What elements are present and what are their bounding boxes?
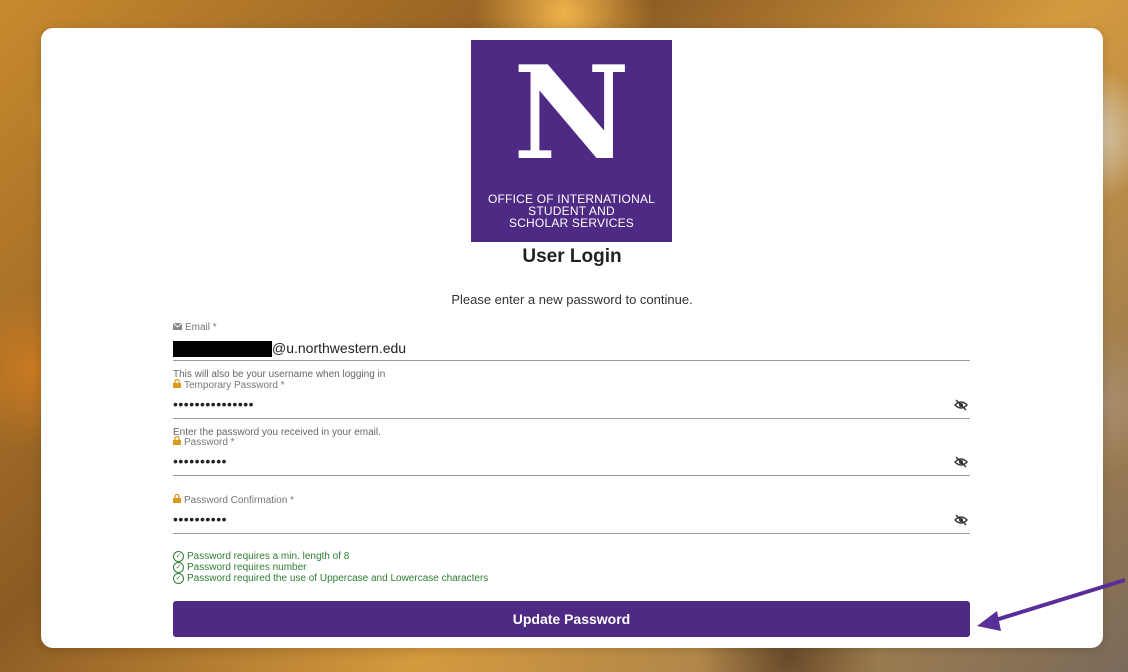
rule-text: Password requires a min. length of 8 — [187, 551, 350, 562]
rule-text: Password requires number — [187, 562, 307, 573]
check-circle-icon: ✓ — [173, 551, 184, 562]
northwestern-logo: N OFFICE OF INTERNATIONAL STUDENT AND SC… — [471, 40, 672, 242]
rule-item: ✓ Password required the use of Uppercase… — [173, 573, 488, 584]
envelope-icon — [172, 322, 183, 333]
temp-password-value: ••••••••••••••• — [173, 396, 255, 412]
password-field[interactable]: •••••••••• — [173, 449, 970, 476]
check-circle-icon: ✓ — [173, 562, 184, 573]
rule-item: ✓ Password requires number — [173, 562, 488, 573]
update-password-button[interactable]: Update Password — [173, 601, 970, 637]
logo-letter: N — [513, 39, 630, 189]
lock-icon — [173, 435, 181, 448]
password-confirm-field[interactable]: •••••••••• — [173, 507, 970, 534]
password-confirm-label: Password Confirmation * — [173, 493, 295, 506]
email-label-text: Email * — [185, 322, 217, 333]
email-field[interactable]: @u.northwestern.edu — [173, 334, 970, 361]
lock-icon — [173, 493, 181, 506]
password-confirm-value: •••••••••• — [173, 511, 228, 527]
hide-password-icon[interactable] — [954, 513, 968, 527]
temp-password-field[interactable]: ••••••••••••••• — [173, 392, 970, 419]
redacted-username — [173, 341, 272, 358]
login-card: N OFFICE OF INTERNATIONAL STUDENT AND SC… — [41, 28, 1103, 648]
email-value: @u.northwestern.edu — [173, 340, 407, 358]
password-confirm-label-text: Password Confirmation * — [184, 494, 295, 506]
password-rules: ✓ Password requires a min. length of 8 ✓… — [173, 551, 488, 584]
temp-password-label: Temporary Password * — [173, 378, 285, 391]
temp-password-label-text: Temporary Password * — [184, 379, 285, 391]
logo-text: OFFICE OF INTERNATIONAL STUDENT AND SCHO… — [471, 193, 672, 229]
pointer-arrow-icon — [977, 578, 1126, 631]
lock-icon — [173, 378, 181, 391]
page-title: User Login — [522, 246, 622, 267]
rule-item: ✓ Password requires a min. length of 8 — [173, 551, 488, 562]
logo-line-3: SCHOLAR SERVICES — [508, 216, 635, 230]
password-value: •••••••••• — [173, 453, 228, 469]
hide-password-icon[interactable] — [954, 455, 968, 469]
check-circle-icon: ✓ — [173, 573, 184, 584]
password-label-text: Password * — [184, 436, 235, 448]
email-label: Email * — [172, 322, 217, 333]
email-domain: @u.northwestern.edu — [272, 340, 407, 356]
hide-password-icon[interactable] — [954, 398, 968, 412]
password-label: Password * — [173, 435, 235, 448]
page-subtitle: Please enter a new password to continue. — [451, 292, 693, 307]
rule-text: Password required the use of Uppercase a… — [187, 573, 489, 584]
